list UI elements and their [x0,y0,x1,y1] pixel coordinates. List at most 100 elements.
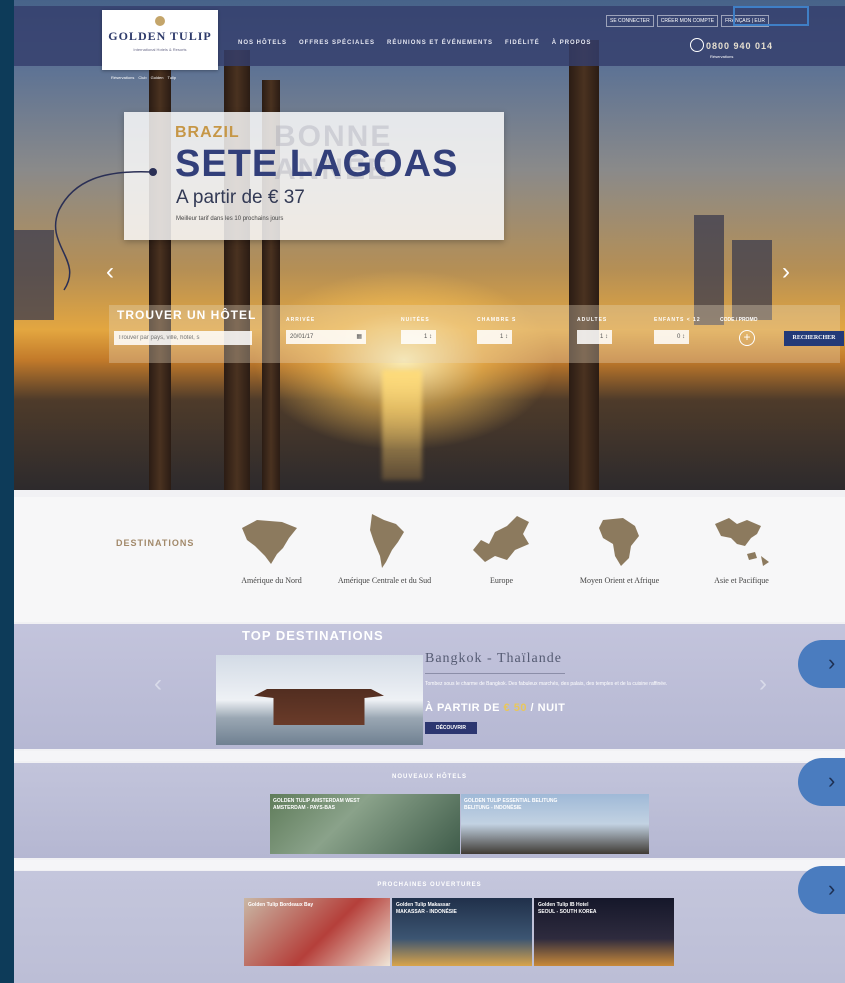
new-hotel-caption: GOLDEN TULIP AMSTERDAM WEST AMSTERDAM - P… [273,798,360,812]
hero-next-arrow-icon[interactable]: › [782,258,790,286]
nights-label: NUITÉES [401,317,430,323]
region-asia-pacific[interactable]: Asie et Pacifique [694,510,789,586]
upcoming-title: PROCHAINES OUVERTURES [377,882,482,888]
arrival-field: ARRIVÉE 20/01/17 ▦ [286,317,366,344]
main-nav: NOS HÔTELS OFFRES SPÉCIALES RÉUNIONS ET … [238,40,591,46]
new-hotel-name: GOLDEN TULIP AMSTERDAM WEST [273,798,360,804]
chevron-right-icon: › [828,650,836,675]
search-title: TROUVER UN HÔTEL [117,308,257,322]
europe-map-icon [472,516,529,562]
top-destination-price: À PARTIR DE € 50 / NUIT [425,702,565,714]
upcoming-caption: Golden Tulip Makassar MAKASSAR - INDONÉSI… [396,902,457,916]
add-promo-code-icon[interactable]: + [739,330,755,346]
hero-prev-arrow-icon[interactable]: ‹ [106,258,114,286]
selection-highlight [733,6,809,26]
arrival-date-value: 20/01/17 [290,334,314,340]
side-next-bubble[interactable]: › [798,866,845,914]
price-suffix: / NUIT [526,702,566,714]
side-next-bubble[interactable]: › [798,640,845,688]
adults-field: ADULTES 1 ↕ [577,317,612,344]
region-label: Amérique Centrale et du Sud [337,576,432,585]
breadcrumb-item[interactable]: Golden [151,75,164,80]
region-label: Moyen Orient et Afrique [579,576,660,585]
nav-hotels[interactable]: NOS HÔTELS [238,40,287,46]
nav-loyalty[interactable]: FIDÉLITÉ [505,40,540,46]
promo-city: SETE LAGOAS [175,143,459,185]
region-label: Amérique du Nord [241,576,302,585]
phone-subtitle: Réservations [710,54,734,59]
new-hotel-card[interactable]: GOLDEN TULIP ESSENTIAL BELITUNG BELITUNG … [461,794,649,854]
upcoming-hotel-place: MAKASSAR - INDONÉSIE [396,909,457,915]
sun-reflection [382,370,422,480]
upcoming-hotel-card[interactable]: Golden Tulip IB Hotel SEOUL - SOUTH KOREA [534,898,674,966]
luggage-tag-string-icon [54,168,157,291]
calendar-icon: ▦ [356,334,362,340]
nights-value: 1 [423,334,428,340]
tulip-crest-icon [155,16,165,26]
adults-label: ADULTES [577,317,608,323]
carousel-prev-arrow-icon[interactable]: ‹ [154,670,162,698]
adults-select[interactable]: 1 ↕ [577,330,612,344]
new-hotel-card[interactable]: GOLDEN TULIP AMSTERDAM WEST AMSTERDAM - P… [270,794,460,854]
rooms-select[interactable]: 1 ↕ [477,330,512,344]
adults-value: 1 [599,334,604,340]
new-hotel-place: BELITUNG - INDONÉSIE [464,805,522,811]
top-destinations-title: TOP DESTINATIONS [242,628,384,643]
rooms-label: CHAMBRE S [477,317,517,323]
upcoming-hotel-name: Golden Tulip Makassar [396,902,451,908]
rooms-field: CHAMBRE S 1 ↕ [477,317,516,344]
new-hotels-title: NOUVEAUX HÔTELS [391,774,467,780]
discover-button[interactable]: DÉCOUVRIR [425,722,477,734]
nights-select[interactable]: 1 ↕ [401,330,436,344]
region-middle-east-africa[interactable]: Moyen Orient et Afrique [572,510,667,586]
phone-block[interactable]: 0800 940 014 Réservations [690,36,773,59]
breadcrumb-item[interactable]: Club [138,75,146,80]
upcoming-hotel-name: Golden Tulip Bordeaux Bay [248,902,314,908]
upcoming-caption: Golden Tulip IB Hotel SEOUL - SOUTH KOREA [538,902,597,916]
top-destination-name: Bangkok - Thaïlande [425,651,562,666]
price-prefix: À PARTIR DE [425,702,504,714]
upcoming-caption: Golden Tulip Bordeaux Bay [248,902,313,909]
arrival-date-input[interactable]: 20/01/17 ▦ [286,330,366,344]
hotel-search-bar: TROUVER UN HÔTEL ARRIVÉE 20/01/17 ▦ NUITÉ… [109,305,844,363]
phone-number: 0800 940 014 [706,41,774,51]
nights-field: NUITÉES 1 ↕ [401,317,436,344]
upcoming-hotel-card[interactable]: Golden Tulip Bordeaux Bay [244,898,390,966]
nav-offers[interactable]: OFFRES SPÉCIALES [299,40,375,46]
breadcrumb: Réservations Club Golden Tulip [111,75,176,80]
arrival-label: ARRIVÉE [286,317,316,323]
asia-pacific-map-icon [714,518,769,566]
logo-tagline: International Hotels & Resorts [133,47,187,52]
breadcrumb-item[interactable]: Tulip [167,75,176,80]
create-account-link[interactable]: CRÉER MON COMPTE [656,15,719,27]
region-europe[interactable]: Europe [454,510,549,586]
logo-name: GOLDEN TULIP [108,29,212,43]
top-destination-description: Tombez sous le charme de Bangkok. Des fa… [425,681,668,687]
new-hotel-caption: GOLDEN TULIP ESSENTIAL BELITUNG BELITUNG … [464,798,557,812]
region-label: Asie et Pacifique [714,576,769,585]
golden-tulip-logo[interactable]: GOLDEN TULIP International Hotels & Reso… [102,10,218,70]
promo-country: BRAZIL [175,124,240,141]
breadcrumb-item[interactable]: Réservations [111,75,134,80]
destinations-title: DESTINATIONS [116,538,195,548]
children-select[interactable]: 0 ↕ [654,330,689,344]
children-value: 0 [676,334,681,340]
region-south-america[interactable]: Amérique Centrale et du Sud [337,510,432,586]
upcoming-hotel-card[interactable]: Golden Tulip Makassar MAKASSAR - INDONÉSI… [392,898,532,966]
divider [14,860,845,870]
search-button[interactable]: RECHERCHER [784,331,844,346]
divider [425,673,565,674]
login-link[interactable]: SE CONNECTER [606,15,654,27]
palm-trunk [569,40,599,490]
destination-search-input[interactable] [114,331,252,345]
side-next-bubble[interactable]: › [798,758,845,806]
hero-promo-card[interactable]: BONNE ANNÉE BRAZIL SETE LAGOAS A partir … [124,112,504,240]
promo-code-label: CODE / PROMO [720,317,758,323]
upcoming-hotel-place: SEOUL - SOUTH KOREA [538,909,597,915]
nav-meetings[interactable]: RÉUNIONS ET ÉVÉNEMENTS [387,40,493,46]
rooms-value: 1 [499,334,504,340]
south-america-map-icon [369,514,404,568]
region-north-america[interactable]: Amérique du Nord [224,510,319,586]
price-value: € 50 [503,702,527,714]
nav-about[interactable]: À PROPOS [552,40,592,46]
